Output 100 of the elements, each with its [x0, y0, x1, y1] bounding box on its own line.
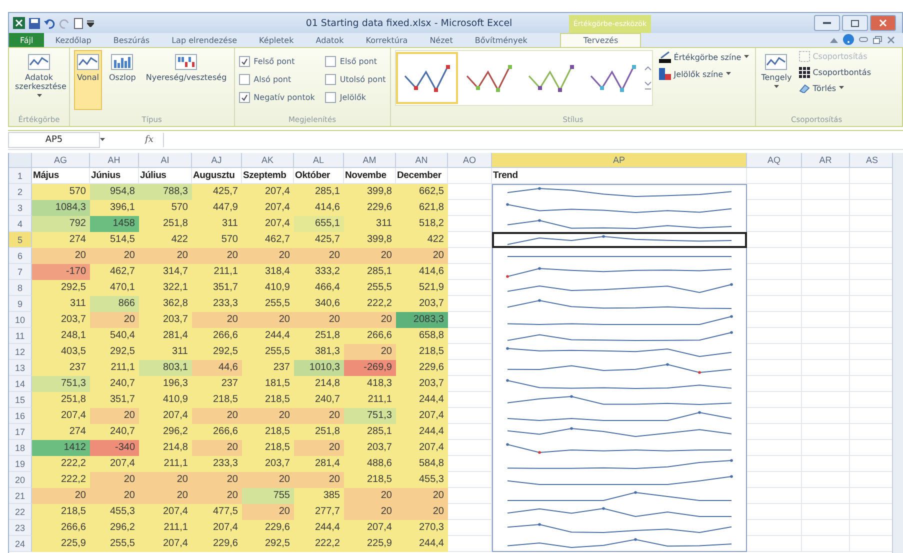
option-checkbox[interactable]: Első pont	[324, 52, 386, 70]
checkbox[interactable]	[238, 74, 250, 84]
ribbon-tab[interactable]: Bővítmények	[464, 33, 538, 47]
gallery-scroll-icon[interactable]	[644, 66, 652, 90]
row-header[interactable]: 22	[9, 504, 32, 520]
checkbox[interactable]	[324, 56, 336, 66]
option-checkbox[interactable]: Utolsó pont	[324, 70, 386, 88]
close-icon[interactable]	[887, 36, 895, 44]
help-icon[interactable]	[843, 34, 854, 45]
table-cell: 229,6	[192, 536, 242, 552]
checkbox[interactable]	[324, 92, 336, 102]
row-header[interactable]: 1	[9, 168, 32, 184]
table-cell: 218,5	[242, 424, 294, 440]
sparkline-cell[interactable]	[492, 536, 747, 552]
table-cell: 570	[32, 184, 90, 200]
row-header[interactable]: 6	[9, 248, 32, 264]
row-header[interactable]: 13	[9, 360, 32, 376]
column-header[interactable]: AK	[242, 153, 294, 168]
column-header[interactable]: AI	[139, 153, 192, 168]
name-box[interactable]: AP5	[8, 132, 100, 148]
column-header[interactable]: AR	[802, 153, 850, 168]
new-document-icon[interactable]	[74, 18, 83, 28]
column-header[interactable]: AN	[396, 153, 448, 168]
sparkline-cell[interactable]	[492, 312, 747, 328]
ribbon-tab[interactable]: Korrektúra	[354, 33, 419, 47]
row-header[interactable]: 23	[9, 520, 32, 536]
row-header[interactable]: 3	[9, 200, 32, 216]
sparkline-type-button[interactable]: Vonal	[74, 50, 102, 110]
sparkline-cell[interactable]	[492, 504, 747, 520]
undo-icon[interactable]	[44, 18, 55, 28]
ribbon-tab[interactable]: Tervezés	[560, 33, 642, 47]
row-header[interactable]: 8	[9, 280, 32, 296]
column-header[interactable]: AM	[344, 153, 396, 168]
customize-menu-icon[interactable]	[87, 20, 94, 26]
sparkline-cell[interactable]	[492, 472, 747, 488]
axis-button[interactable]: Tengely	[760, 50, 793, 110]
sparkline-color-button[interactable]: Értékgörbe színe	[656, 50, 752, 64]
sparkline-type-button[interactable]: Nyereség/veszteség	[142, 50, 230, 110]
option-checkbox[interactable]: Felső pont	[238, 52, 315, 70]
save-icon[interactable]	[29, 18, 40, 28]
sparkline-cell[interactable]	[492, 232, 747, 248]
checkbox[interactable]	[238, 56, 250, 66]
style-thumbnail[interactable]	[396, 52, 458, 104]
sparkline-cell[interactable]	[492, 488, 747, 504]
table-cell: 251,8	[32, 392, 90, 408]
row-header[interactable]: 15	[9, 392, 32, 408]
row-header[interactable]: 2	[9, 184, 32, 200]
column-header[interactable]: AG	[32, 153, 90, 168]
row-header[interactable]: 7	[9, 264, 32, 280]
ribbon-tab[interactable]: Fájl	[9, 33, 44, 47]
row-header[interactable]: 21	[9, 488, 32, 504]
row-header[interactable]: 20	[9, 472, 32, 488]
column-header[interactable]: AH	[90, 153, 139, 168]
edit-data-button[interactable]: Adatok szerkesztése	[12, 50, 66, 110]
row-header[interactable]: 10	[9, 312, 32, 328]
ungroup-button[interactable]: Csoportbontás	[796, 66, 873, 79]
close-button[interactable]	[870, 15, 896, 31]
clear-button[interactable]: Törlés	[796, 82, 873, 94]
column-header[interactable]: AO	[448, 153, 492, 168]
row-header[interactable]: 4	[9, 216, 32, 232]
option-checkbox[interactable]: Jelölők	[324, 88, 386, 106]
checkbox[interactable]	[324, 74, 336, 84]
vertical-scrollbar[interactable]	[892, 153, 903, 553]
ribbon-tab[interactable]: Képletek	[248, 33, 305, 47]
minimize-button[interactable]	[814, 15, 840, 31]
sparkline-cell[interactable]	[492, 216, 747, 232]
insert-function-button[interactable]: fx	[145, 135, 154, 145]
column-header[interactable]: AS	[850, 153, 892, 168]
table-cell: 20	[242, 504, 294, 520]
ribbon-tab[interactable]: Kezdőlap	[44, 33, 102, 47]
marker-color-button[interactable]: Jelölők színe	[656, 67, 752, 81]
row-header[interactable]: 9	[9, 296, 32, 312]
row-header[interactable]: 16	[9, 408, 32, 424]
sparkline-cell[interactable]	[492, 328, 747, 344]
option-checkbox[interactable]: Alsó pont	[238, 70, 315, 88]
ribbon-tab[interactable]: Adatok	[304, 33, 355, 47]
sparkline-cell[interactable]	[492, 184, 747, 200]
row-header[interactable]: 12	[9, 344, 32, 360]
sparkline-cell[interactable]	[492, 248, 747, 264]
checkbox[interactable]	[238, 92, 250, 102]
ribbon-tab[interactable]: Nézet	[418, 33, 464, 47]
row-header[interactable]: 24	[9, 536, 32, 552]
maximize-button[interactable]	[842, 15, 868, 31]
sparkline-type-button[interactable]: Oszlop	[106, 50, 139, 110]
minimize-icon[interactable]	[859, 37, 868, 42]
column-header[interactable]: AP	[492, 153, 747, 168]
column-header[interactable]: AL	[294, 153, 344, 168]
column-header[interactable]: AQ	[747, 153, 802, 168]
row-header[interactable]: 5	[9, 232, 32, 248]
restore-icon[interactable]	[873, 36, 882, 44]
ribbon-tab[interactable]: Beszúrás	[102, 33, 161, 47]
row-header[interactable]: 11	[9, 328, 32, 344]
row-header[interactable]: 18	[9, 440, 32, 456]
row-header[interactable]: 19	[9, 456, 32, 472]
row-header[interactable]: 14	[9, 376, 32, 392]
row-header[interactable]: 17	[9, 424, 32, 440]
ribbon-tab[interactable]: Lap elrendezése	[160, 33, 248, 47]
minimize-ribbon-icon[interactable]	[830, 36, 838, 42]
column-header[interactable]: AJ	[192, 153, 242, 168]
option-checkbox[interactable]: Negatív pontok	[238, 88, 315, 106]
